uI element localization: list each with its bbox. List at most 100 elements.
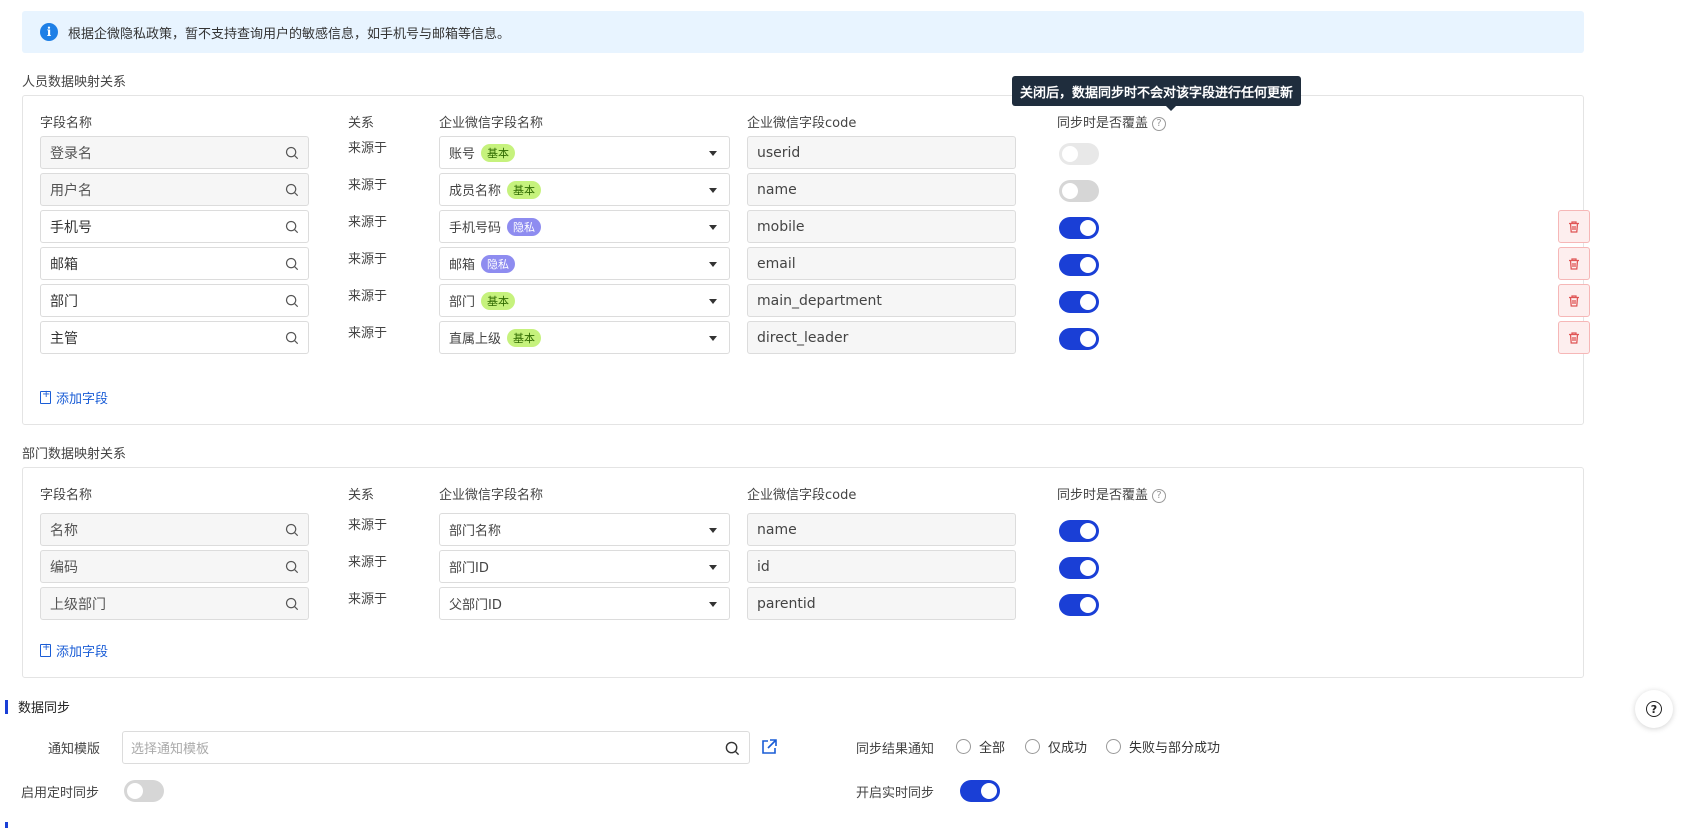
result-notify-radio[interactable]: 仅成功: [1025, 737, 1087, 756]
search-icon[interactable]: [725, 741, 740, 756]
wecom-code-input[interactable]: mobile: [747, 210, 1016, 243]
search-icon[interactable]: [285, 331, 299, 345]
field-name-value: 编码: [50, 559, 78, 576]
wecom-code-input[interactable]: name: [747, 513, 1016, 546]
wecom-field-select[interactable]: 父部门ID: [439, 587, 730, 620]
help-icon: ?: [1646, 701, 1662, 717]
wecom-field-select[interactable]: 成员名称 基本: [439, 173, 730, 206]
wecom-code-input[interactable]: main_department: [747, 284, 1016, 317]
scheduled-sync-toggle[interactable]: [124, 780, 164, 802]
overwrite-toggle[interactable]: [1059, 594, 1099, 616]
wecom-field-value: 部门名称: [449, 524, 502, 539]
field-type-tag: 基本: [507, 180, 542, 199]
help-icon[interactable]: ?: [1152, 488, 1167, 503]
trash-icon: [1569, 257, 1579, 270]
field-type-tag: 基本: [481, 143, 516, 162]
field-name-input[interactable]: 手机号: [40, 210, 309, 243]
relation-text: 来源于: [348, 141, 388, 156]
delete-row-button[interactable]: [1558, 284, 1590, 317]
wecom-field-value: 直属上级: [449, 332, 502, 347]
search-icon[interactable]: [285, 597, 299, 611]
realtime-sync-toggle[interactable]: [960, 780, 1000, 802]
wecom-field-select[interactable]: 邮箱 隐私: [439, 247, 730, 280]
field-name-input[interactable]: 主管: [40, 321, 309, 354]
wecom-code-input[interactable]: email: [747, 247, 1016, 280]
overwrite-toggle[interactable]: [1059, 520, 1099, 542]
caret-down-icon: [709, 299, 717, 304]
field-name-input[interactable]: 用户名: [40, 173, 309, 206]
search-icon[interactable]: [285, 220, 299, 234]
overwrite-toggle[interactable]: [1059, 328, 1099, 350]
overwrite-toggle[interactable]: [1059, 180, 1099, 202]
person-mapping-panel: 字段名称 关系 企业微信字段名称 企业微信字段code 同步时是否覆盖? 登录名…: [22, 95, 1590, 425]
wecom-code-input[interactable]: name: [747, 173, 1016, 206]
wecom-code-value: main_department: [757, 292, 882, 309]
add-field-button[interactable]: 添加字段: [40, 388, 108, 407]
field-type-tag: 基本: [481, 291, 516, 310]
field-name-input[interactable]: 名称: [40, 513, 309, 546]
col-field-name: 字段名称: [40, 488, 93, 503]
help-icon[interactable]: ?: [1152, 116, 1167, 131]
wecom-field-value: 账号: [449, 147, 476, 162]
wecom-field-select[interactable]: 部门 基本: [439, 284, 730, 317]
field-name-input[interactable]: 部门: [40, 284, 309, 317]
radio-label: 失败与部分成功: [1129, 741, 1221, 756]
result-notify-radio[interactable]: 全部: [956, 737, 1005, 756]
overwrite-toggle[interactable]: [1059, 143, 1099, 165]
overwrite-toggle[interactable]: [1059, 557, 1099, 579]
delete-row-button[interactable]: [1558, 247, 1590, 280]
caret-down-icon: [709, 262, 717, 267]
relation-text: 来源于: [348, 178, 388, 193]
field-name-value: 登录名: [50, 145, 92, 162]
search-icon[interactable]: [285, 523, 299, 537]
external-link-icon[interactable]: [760, 738, 778, 756]
field-name-value: 用户名: [50, 182, 92, 199]
caret-down-icon: [709, 188, 717, 193]
wecom-field-select[interactable]: 账号 基本: [439, 136, 730, 169]
field-name-input[interactable]: 登录名: [40, 136, 309, 169]
template-select-input[interactable]: 选择通知模板: [122, 731, 750, 764]
wecom-field-select[interactable]: 部门ID: [439, 550, 730, 583]
privacy-notice: i 根据企微隐私政策，暂不支持查询用户的敏感信息，如手机号与邮箱等信息。: [22, 11, 1584, 53]
trash-icon: [1569, 220, 1579, 233]
field-name-input[interactable]: 上级部门: [40, 587, 309, 620]
person-section-title: 人员数据映射关系: [22, 75, 127, 90]
delete-row-button[interactable]: [1558, 321, 1590, 354]
overwrite-toggle[interactable]: [1059, 291, 1099, 313]
floating-help-button[interactable]: ?: [1635, 690, 1673, 728]
relation-text: 来源于: [348, 518, 388, 533]
search-icon[interactable]: [285, 257, 299, 271]
relation-text: 来源于: [348, 555, 388, 570]
delete-row-button[interactable]: [1558, 210, 1590, 243]
wecom-field-select[interactable]: 直属上级 基本: [439, 321, 730, 354]
add-field-button[interactable]: 添加字段: [40, 641, 108, 660]
wecom-code-input[interactable]: id: [747, 550, 1016, 583]
relation-text: 来源于: [348, 326, 388, 341]
wecom-field-select[interactable]: 手机号码 隐私: [439, 210, 730, 243]
wecom-field-value: 父部门ID: [449, 598, 502, 613]
search-icon[interactable]: [285, 294, 299, 308]
wecom-code-value: userid: [757, 144, 801, 161]
overwrite-toggle[interactable]: [1059, 217, 1099, 239]
radio-circle: [1106, 739, 1121, 754]
search-icon[interactable]: [285, 560, 299, 574]
wecom-code-value: name: [757, 521, 797, 538]
search-icon[interactable]: [285, 183, 299, 197]
privacy-notice-text: 根据企微隐私政策，暂不支持查询用户的敏感信息，如手机号与邮箱等信息。: [68, 26, 511, 42]
wecom-field-select[interactable]: 部门名称: [439, 513, 730, 546]
result-notify-radio[interactable]: 失败与部分成功: [1106, 737, 1220, 756]
table-row: 编码 来源于 部门ID id: [23, 550, 1583, 584]
field-name-input[interactable]: 编码: [40, 550, 309, 583]
template-label: 通知模版: [48, 742, 101, 757]
trash-icon: [1569, 331, 1579, 344]
caret-down-icon: [709, 602, 717, 607]
wecom-code-input[interactable]: direct_leader: [747, 321, 1016, 354]
wecom-code-input[interactable]: parentid: [747, 587, 1016, 620]
search-icon[interactable]: [285, 146, 299, 160]
radio-label: 全部: [979, 741, 1006, 756]
overwrite-toggle[interactable]: [1059, 254, 1099, 276]
col-wecom-field-code: 企业微信字段code: [747, 488, 857, 503]
wecom-code-input[interactable]: userid: [747, 136, 1016, 169]
dept-section-title: 部门数据映射关系: [22, 447, 127, 462]
field-name-input[interactable]: 邮箱: [40, 247, 309, 280]
